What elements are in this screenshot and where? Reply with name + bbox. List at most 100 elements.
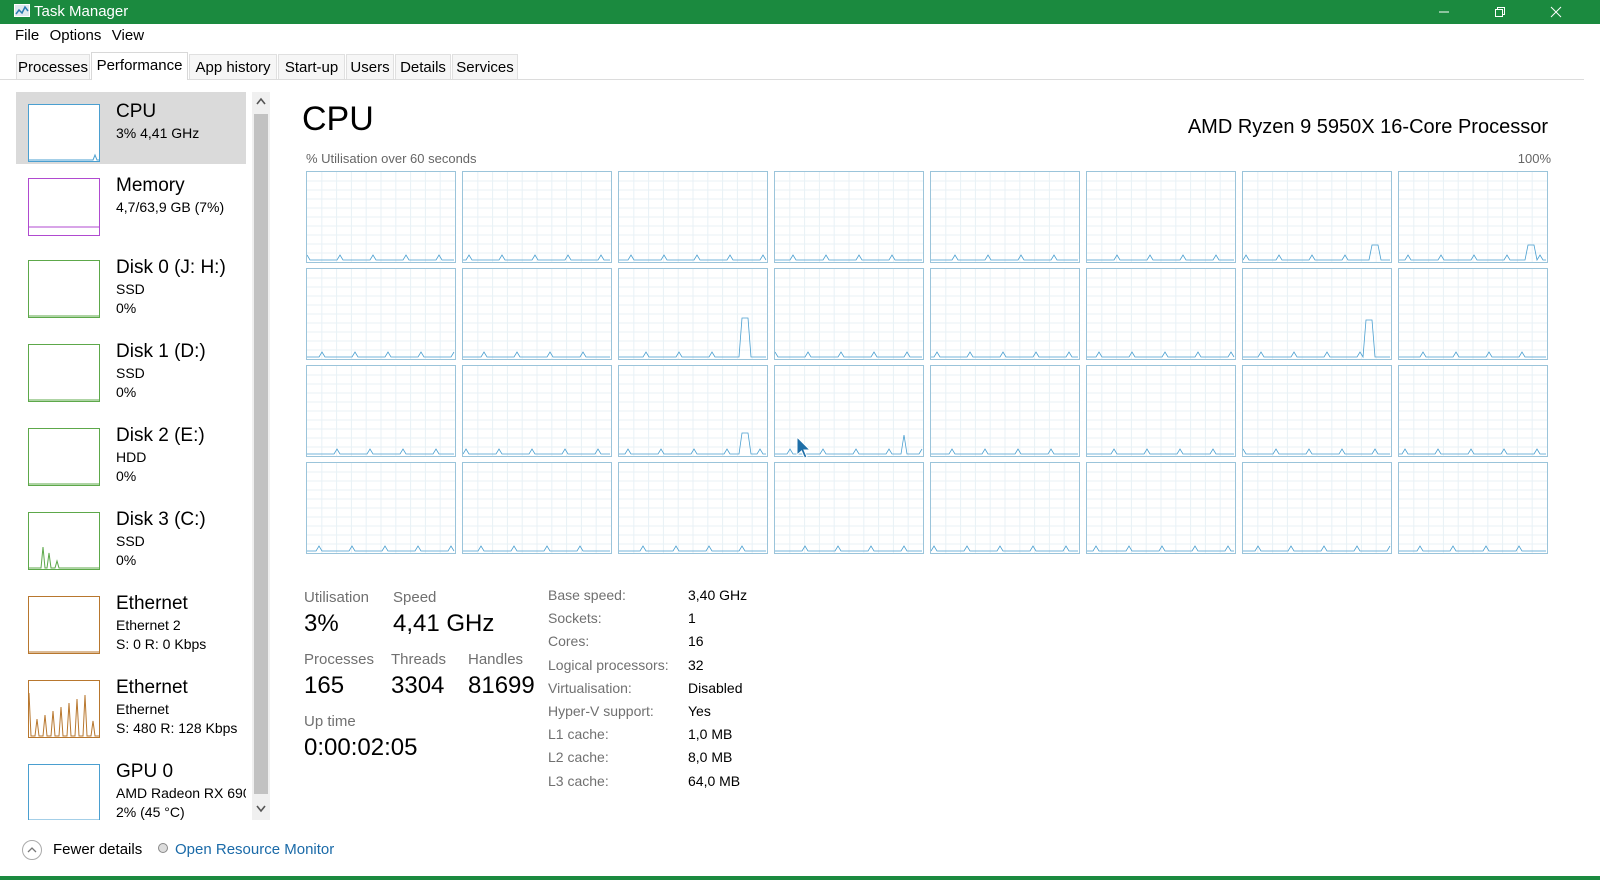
tab-app-history[interactable]: App history <box>189 54 277 79</box>
logical-processor-graph <box>618 171 768 263</box>
sidebar-item-name: GPU 0 <box>116 761 174 782</box>
sidebar-item[interactable]: Ethernet Ethernet S: 480 R: 128 Kbps <box>16 668 246 750</box>
logical-processor-graph <box>1086 171 1236 263</box>
footer: Fewer details Open Resource Monitor <box>0 830 1584 870</box>
sidebar-item-status: 0% <box>116 384 137 400</box>
logical-processor-graph <box>1242 171 1392 263</box>
resource-sidebar: CPU 3% 4,41 GHz Memory 4,7/63,9 GB (7%) Disk… <box>16 92 246 820</box>
chevron-up-icon <box>27 847 37 853</box>
scroll-up-icon[interactable] <box>252 92 270 112</box>
logical-processor-graph <box>618 365 768 457</box>
tab-performance[interactable]: Performance <box>91 52 188 80</box>
logical-processor-graph <box>930 365 1080 457</box>
tab-bar: Processes Performance App history Start-… <box>0 52 1584 80</box>
logical-processor-graph <box>774 462 924 554</box>
window-title: Task Manager <box>34 3 129 20</box>
sidebar-item[interactable]: Disk 2 (E:) HDD 0% <box>16 416 246 498</box>
sidebar-thumbnail-graph <box>28 260 100 318</box>
tab-users[interactable]: Users <box>346 54 394 79</box>
resource-monitor-icon <box>158 843 168 853</box>
speed-label: Speed <box>393 589 437 606</box>
restore-button[interactable] <box>1472 0 1528 24</box>
utilisation-label: Utilisation <box>304 589 370 606</box>
logical-processor-graph <box>306 268 456 360</box>
sidebar-item-name: Disk 1 (D:) <box>116 341 206 362</box>
detail-label: Logical processors: <box>548 656 669 673</box>
sidebar-item-detail: SSD <box>116 281 145 297</box>
detail-value: 16 <box>688 633 704 650</box>
logical-processor-graph <box>462 365 612 457</box>
detail-value: Disabled <box>688 679 743 696</box>
close-button[interactable] <box>1528 0 1584 24</box>
tab-services[interactable]: Services <box>452 54 518 79</box>
uptime-value: 0:00:02:05 <box>304 734 418 761</box>
handles-value: 81699 <box>468 672 535 699</box>
logical-processor-graph <box>462 462 612 554</box>
logical-processor-graph <box>1398 462 1548 554</box>
logical-processor-graph <box>930 268 1080 360</box>
detail-value: 8,0 MB <box>688 749 733 766</box>
logical-processor-graph <box>930 462 1080 554</box>
logical-processor-graph <box>306 365 456 457</box>
logical-processor-graph <box>618 268 768 360</box>
processes-value: 165 <box>304 672 345 699</box>
detail-value: Yes <box>688 703 711 719</box>
detail-label: Base speed: <box>548 587 626 603</box>
logical-processor-graph <box>1086 365 1236 457</box>
sidebar-thumbnail-graph <box>28 680 100 738</box>
sidebar-item-name: Disk 0 (J: H:) <box>116 257 226 278</box>
page-title: CPU <box>302 100 374 138</box>
uptime-label: Up time <box>304 713 356 730</box>
threads-label: Threads <box>391 651 447 668</box>
logical-processor-graph <box>1398 268 1548 360</box>
menu-file[interactable]: File <box>15 24 39 48</box>
task-manager-icon <box>14 4 30 17</box>
logical-processor-graph <box>462 171 612 263</box>
sidebar-item[interactable]: Ethernet Ethernet 2 S: 0 R: 0 Kbps <box>16 584 246 666</box>
sidebar-thumbnail-graph <box>28 596 100 654</box>
sidebar-item-status: S: 0 R: 0 Kbps <box>116 636 207 652</box>
graph-max-label: 100% <box>1517 151 1551 166</box>
close-icon <box>1550 6 1562 18</box>
window-bottom-border <box>0 876 1600 880</box>
sidebar-item-status: 2% (45 °C) <box>116 804 185 820</box>
detail-value: 3,40 GHz <box>688 587 748 603</box>
fewer-details-label[interactable]: Fewer details <box>53 841 142 858</box>
menu-bar: File Options View <box>0 24 1584 48</box>
sidebar-item[interactable]: Disk 0 (J: H:) SSD 0% <box>16 248 246 330</box>
sidebar-item[interactable]: Memory 4,7/63,9 GB (7%) <box>16 166 246 248</box>
open-resource-monitor-link[interactable]: Open Resource Monitor <box>175 841 334 858</box>
scrollbar-thumb[interactable] <box>254 114 268 794</box>
sidebar-item-status: S: 480 R: 128 Kbps <box>116 720 238 736</box>
logical-processor-graph <box>774 268 924 360</box>
sidebar-item-detail: SSD <box>116 533 145 549</box>
menu-options[interactable]: Options <box>50 24 102 48</box>
sidebar-item-detail: Ethernet 2 <box>116 617 181 633</box>
minimize-button[interactable] <box>1416 0 1472 24</box>
detail-label: Virtualisation: <box>548 679 632 696</box>
sidebar-thumbnail-graph <box>28 764 100 820</box>
restore-icon <box>1495 7 1505 17</box>
logical-processor-graph <box>618 462 768 554</box>
sidebar-thumbnail-graph <box>28 428 100 486</box>
mouse-cursor-icon <box>796 436 812 459</box>
detail-value: 32 <box>688 656 704 673</box>
sidebar-item[interactable]: GPU 0 AMD Radeon RX 6900 XT 2% (45 °C) <box>16 752 246 820</box>
graph-caption: % Utilisation over 60 seconds <box>306 151 477 166</box>
sidebar-item[interactable]: CPU 3% 4,41 GHz <box>16 92 246 164</box>
logical-processor-graph <box>1242 462 1392 554</box>
tab-processes[interactable]: Processes <box>16 54 90 79</box>
menu-view[interactable]: View <box>112 24 144 48</box>
logical-processor-graph <box>1398 365 1548 457</box>
sidebar-item-detail: SSD <box>116 365 145 381</box>
tab-details[interactable]: Details <box>395 54 451 79</box>
processes-label: Processes <box>304 651 375 668</box>
scroll-down-icon[interactable] <box>252 798 270 818</box>
sidebar-item[interactable]: Disk 3 (C:) SSD 0% <box>16 500 246 582</box>
fewer-details-button[interactable] <box>22 840 42 860</box>
logical-processor-graph <box>1242 365 1392 457</box>
sidebar-scrollbar[interactable] <box>252 92 270 820</box>
tab-start-up[interactable]: Start-up <box>278 54 345 79</box>
sidebar-item[interactable]: Disk 1 (D:) SSD 0% <box>16 332 246 414</box>
sidebar-item-status: 0% <box>116 552 137 568</box>
